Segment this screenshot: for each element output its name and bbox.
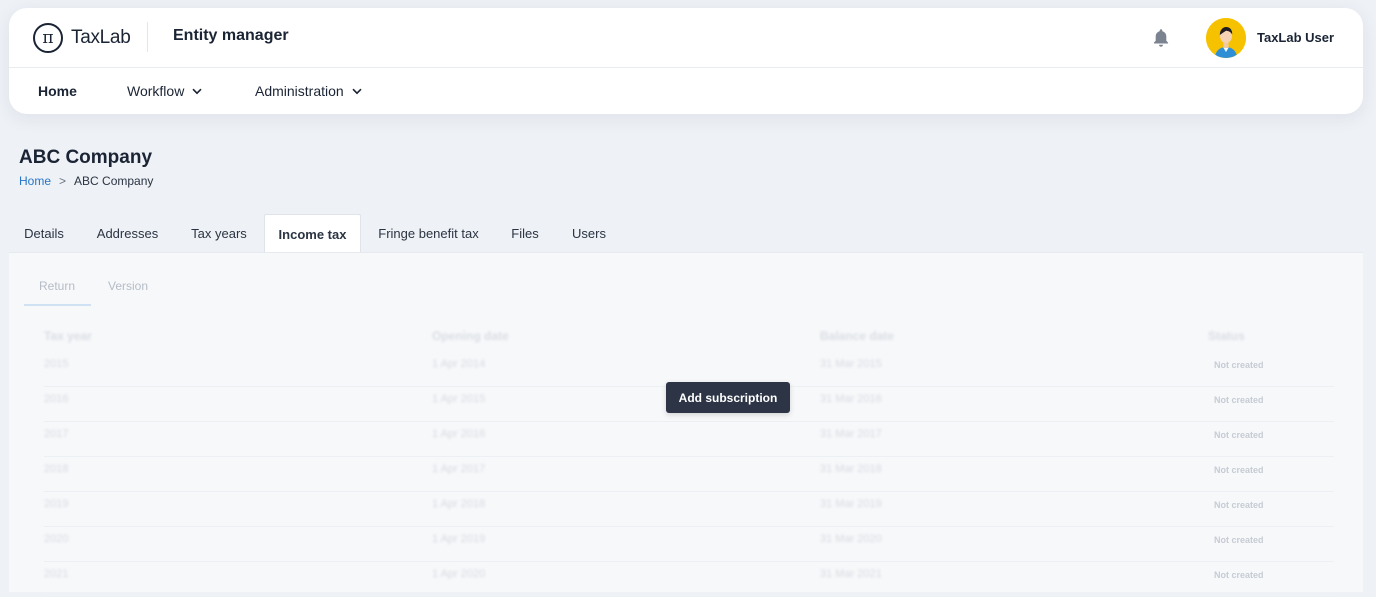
- cell-balance-date: 31 Mar 2018: [820, 463, 882, 475]
- cell-tax-year: 2021: [44, 568, 69, 580]
- status-badge: Not created: [1214, 570, 1264, 580]
- column-header-opening-date: Opening date: [432, 329, 509, 343]
- cell-balance-date: 31 Mar 2016: [820, 393, 882, 405]
- status-badge: Not created: [1214, 500, 1264, 510]
- bell-icon[interactable]: [1150, 26, 1172, 50]
- status-badge: Not created: [1214, 535, 1264, 545]
- income-tax-panel: Return Version Tax year Opening date Bal…: [9, 252, 1363, 597]
- cell-opening-date: 1 Apr 2014: [432, 358, 486, 370]
- cell-tax-year: 2019: [44, 498, 69, 510]
- tab-addresses[interactable]: Addresses: [87, 214, 168, 253]
- app-title: Entity manager: [173, 27, 289, 44]
- subtab-version[interactable]: Version: [108, 279, 148, 293]
- cell-balance-date: 31 Mar 2017: [820, 428, 882, 440]
- nav-item-label: Administration: [255, 83, 344, 99]
- cell-opening-date: 1 Apr 2015: [432, 393, 486, 405]
- cell-tax-year: 2016: [44, 393, 69, 405]
- cell-opening-date: 1 Apr 2016: [432, 428, 486, 440]
- table-row[interactable]: 2018 1 Apr 2017 31 Mar 2018 Not created: [44, 456, 1334, 492]
- cell-tax-year: 2018: [44, 463, 69, 475]
- column-header-balance-date: Balance date: [820, 329, 895, 343]
- tab-users[interactable]: Users: [567, 214, 611, 253]
- chevron-down-icon: [352, 88, 362, 94]
- status-badge: Not created: [1214, 465, 1264, 475]
- cell-balance-date: 31 Mar 2021: [820, 568, 882, 580]
- cell-opening-date: 1 Apr 2018: [432, 498, 486, 510]
- page-title: ABC Company: [19, 147, 153, 168]
- tab-income-tax[interactable]: Income tax: [264, 214, 361, 253]
- logo-mark-icon: π: [33, 23, 63, 53]
- nav-item-workflow[interactable]: Workflow: [127, 83, 202, 99]
- breadcrumb-home-link[interactable]: Home: [19, 174, 51, 188]
- cell-tax-year: 2017: [44, 428, 69, 440]
- chevron-down-icon: [192, 88, 202, 94]
- cell-tax-year: 2015: [44, 358, 69, 370]
- cell-opening-date: 1 Apr 2020: [432, 568, 486, 580]
- status-badge: Not created: [1214, 430, 1264, 440]
- nav-item-label: Workflow: [127, 83, 185, 99]
- breadcrumb-separator: >: [59, 174, 67, 188]
- header-card: π TaxLab Entity manager TaxLab User Home: [9, 8, 1363, 114]
- avatar-icon: [1206, 18, 1246, 58]
- cell-balance-date: 31 Mar 2015: [820, 358, 882, 370]
- table-row[interactable]: 2019 1 Apr 2018 31 Mar 2019 Not created: [44, 491, 1334, 527]
- tab-details[interactable]: Details: [9, 214, 79, 253]
- cell-opening-date: 1 Apr 2017: [432, 463, 486, 475]
- nav-item-home[interactable]: Home: [38, 83, 77, 99]
- active-subtab-indicator: [24, 304, 91, 306]
- column-header-tax-year: Tax year: [44, 329, 92, 343]
- breadcrumb-current: ABC Company: [74, 174, 154, 188]
- user-avatar[interactable]: [1206, 18, 1246, 58]
- column-header-status: Status: [1208, 329, 1245, 343]
- table-row[interactable]: 2020 1 Apr 2019 31 Mar 2020 Not created: [44, 526, 1334, 562]
- status-badge: Not created: [1214, 395, 1264, 405]
- breadcrumb: Home > ABC Company: [19, 174, 153, 188]
- add-subscription-button[interactable]: Add subscription: [666, 382, 790, 413]
- tab-files[interactable]: Files: [505, 214, 545, 253]
- taxlab-logo[interactable]: π TaxLab: [33, 23, 131, 53]
- tab-tax-years[interactable]: Tax years: [181, 214, 257, 253]
- logo-text: TaxLab: [71, 27, 131, 48]
- divider: [147, 22, 148, 52]
- nav-item-administration[interactable]: Administration: [255, 83, 362, 99]
- cell-tax-year: 2020: [44, 533, 69, 545]
- cell-opening-date: 1 Apr 2019: [432, 533, 486, 545]
- status-badge: Not created: [1214, 360, 1264, 370]
- top-bar: π TaxLab Entity manager TaxLab User: [9, 8, 1363, 68]
- cell-balance-date: 31 Mar 2020: [820, 533, 882, 545]
- table-row[interactable]: 2021 1 Apr 2020 31 Mar 2021 Not created: [44, 561, 1334, 597]
- subtab-return[interactable]: Return: [39, 279, 75, 293]
- tab-fringe-benefit-tax[interactable]: Fringe benefit tax: [371, 214, 486, 253]
- cell-balance-date: 31 Mar 2019: [820, 498, 882, 510]
- main-nav: Home Workflow Administration: [9, 68, 1363, 114]
- user-name[interactable]: TaxLab User: [1257, 30, 1334, 45]
- nav-item-label: Home: [38, 83, 77, 99]
- table-row[interactable]: 2017 1 Apr 2016 31 Mar 2017 Not created: [44, 421, 1334, 457]
